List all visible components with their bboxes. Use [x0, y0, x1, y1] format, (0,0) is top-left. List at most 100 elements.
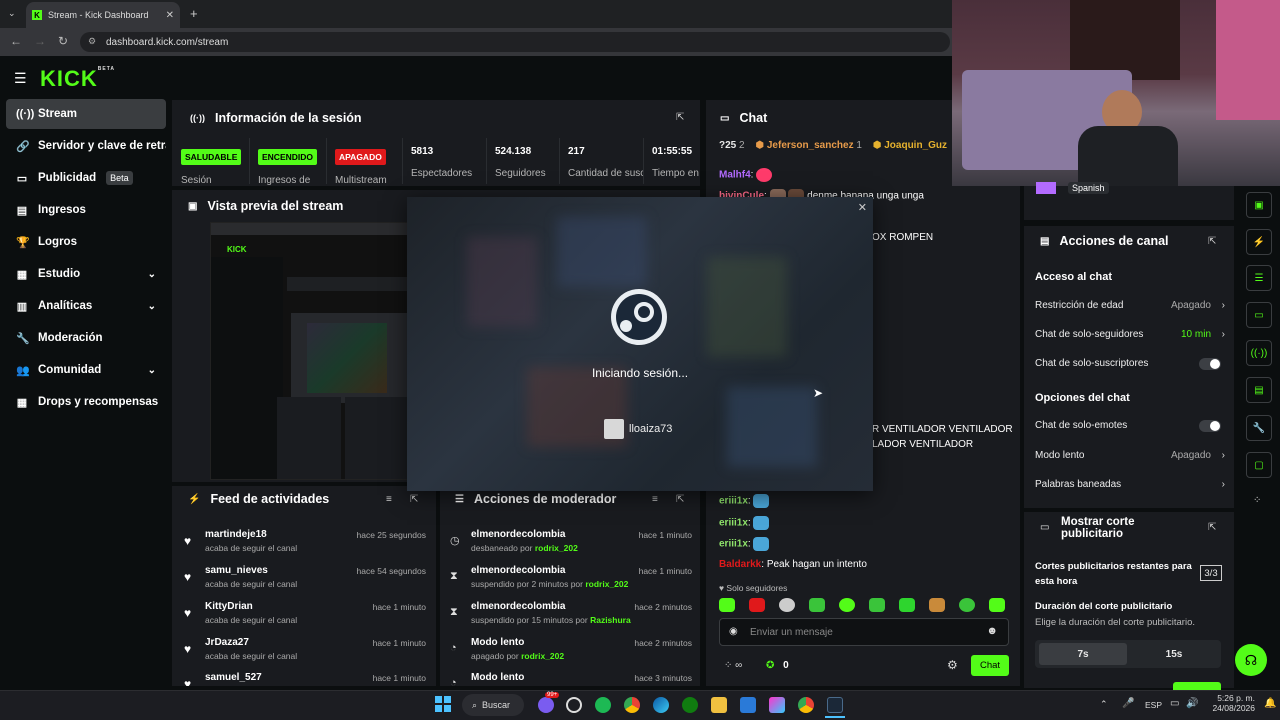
feed-user[interactable]: samu_nieves [205, 565, 268, 576]
feed-user[interactable]: samuel_527 [205, 672, 262, 683]
chat-input[interactable]: ◉ Enviar un mensaje ☻ [719, 618, 1009, 646]
more-icon[interactable]: ⁘ [1253, 495, 1261, 506]
emote-icon[interactable] [989, 598, 1005, 612]
close-tab-icon[interactable]: ✕ [166, 10, 174, 21]
xbox-icon[interactable] [682, 697, 698, 713]
slow-mode-row[interactable]: Modo lento Apagado › [1035, 450, 1225, 461]
chrome-icon[interactable] [798, 697, 814, 713]
mod-by[interactable]: rodrix_202 [535, 543, 578, 553]
sidebar-item-server-key[interactable]: 🔗 Servidor y clave de retransmisión [6, 131, 166, 161]
sidebar-item-ingresos[interactable]: ▤ Ingresos [6, 195, 166, 225]
channel-settings-icon[interactable]: ▤ [1246, 377, 1272, 403]
mod-target[interactable]: elmenordecolombia [471, 529, 565, 540]
emoji-icon[interactable]: ☻ [986, 625, 998, 637]
chat-user[interactable]: Baldarkk [719, 559, 761, 570]
sidebar-item-analiticas[interactable]: ▥ Analíticas ⌄ [6, 291, 166, 321]
emote-icon[interactable] [749, 598, 765, 612]
edge-icon[interactable] [653, 697, 669, 713]
show-ad-button[interactable] [1173, 682, 1221, 690]
new-tab-icon[interactable]: + [190, 6, 198, 21]
mod-by[interactable]: rodrix_202 [521, 651, 564, 661]
reload-icon[interactable]: ↻ [58, 34, 68, 48]
sidebar-item-publicidad[interactable]: ▭ Publicidad Beta [6, 163, 166, 193]
browser-tab[interactable]: K Stream - Kick Dashboard ✕ [26, 2, 180, 28]
ad-duration-15s[interactable]: 15s [1130, 643, 1218, 665]
mod-target[interactable]: elmenordecolombia [471, 601, 565, 612]
close-dialog-icon[interactable]: ✕ [858, 201, 867, 214]
chrome-icon[interactable] [624, 697, 640, 713]
mod-by[interactable]: Razishura [590, 615, 631, 625]
tray-overflow-icon[interactable]: ⌃ [1100, 699, 1108, 710]
broadcast-icon[interactable]: ((·)) [1246, 340, 1272, 366]
points-display[interactable]: ✪ 0 [766, 660, 789, 671]
lightning-icon[interactable]: ⚡ [1246, 229, 1272, 255]
sidebar-item-logros[interactable]: 🏆 Logros [6, 227, 166, 257]
banned-words-row[interactable]: Palabras baneadas › [1035, 479, 1225, 490]
mod-target[interactable]: elmenordecolombia [471, 565, 565, 576]
back-icon[interactable]: ← [10, 34, 22, 48]
language-indicator[interactable]: ESP [1145, 700, 1162, 710]
steam-taskbar-icon[interactable] [827, 697, 843, 713]
emote-icon[interactable] [839, 598, 855, 612]
emote-icon[interactable] [899, 598, 915, 612]
feed-user[interactable]: martindeje18 [205, 529, 267, 540]
chat-send-button[interactable]: Chat [971, 655, 1009, 676]
popout-icon[interactable]: ⇱ [676, 112, 684, 123]
ad-duration-7s[interactable]: 7s [1039, 643, 1127, 665]
chat-user[interactable]: eriii1x [719, 539, 748, 550]
tab-list-icon[interactable]: ⌄ [8, 8, 16, 19]
microphone-icon[interactable]: 🎤 [1122, 698, 1134, 709]
network-icon[interactable]: ▭ [1170, 698, 1179, 709]
emote-icon[interactable] [959, 598, 975, 612]
stream-preview-video[interactable]: KICK [210, 222, 410, 480]
wrench-icon[interactable]: 🔧 [1246, 415, 1272, 441]
mod-by[interactable]: rodrix_202 [585, 579, 628, 589]
sidebar-item-comunidad[interactable]: 👥 Comunidad ⌄ [6, 355, 166, 385]
gifter-name[interactable]: Joaquin_Guz [884, 140, 947, 151]
followers-only-row[interactable]: Chat de solo-seguidores 10 min › [1035, 329, 1225, 340]
gifter-name[interactable]: Jeferson_sanchez [767, 140, 854, 151]
menu-icon[interactable]: ☰ [14, 70, 27, 87]
clock[interactable]: 5:26 p. m. 24/08/2026 [1205, 693, 1255, 713]
sidebar-item-stream[interactable]: ((·)) Stream [6, 99, 166, 129]
chat-icon[interactable]: ▭ [1246, 302, 1272, 328]
sidebar-item-drops[interactable]: ▦ Drops y recompensas [6, 387, 166, 417]
app-icon[interactable] [566, 697, 582, 713]
windows-start-icon[interactable] [435, 696, 451, 712]
discord-icon[interactable] [538, 697, 554, 713]
photos-icon[interactable] [740, 697, 756, 713]
popout-icon[interactable]: ⇱ [410, 494, 418, 505]
filter-icon[interactable]: ≡ [652, 494, 658, 505]
chat-user[interactable]: eriii1x [719, 496, 748, 507]
feed-user[interactable]: JrDaza27 [205, 637, 249, 648]
kick-logo[interactable]: KICKBETA [40, 66, 115, 92]
age-restriction-row[interactable]: Restricción de edad Apagado › [1035, 300, 1225, 311]
list-icon[interactable]: ☰ [1246, 265, 1272, 291]
filter-icon[interactable]: ≡ [386, 494, 392, 505]
emote-icon[interactable] [719, 598, 735, 612]
folder-icon[interactable] [711, 697, 727, 713]
url-input[interactable]: dashboard.kick.com/stream [80, 32, 950, 52]
emote-icon[interactable] [929, 598, 945, 612]
feed-user[interactable]: KittyDrian [205, 601, 253, 612]
chat-user[interactable]: Malhf4 [719, 170, 751, 181]
taskbar-search[interactable]: ⌕ Buscar [462, 694, 524, 716]
support-headset-icon[interactable]: ☊ [1235, 644, 1267, 676]
notifications-icon[interactable]: 🔔 [1264, 698, 1276, 709]
popout-icon[interactable]: ⇱ [1208, 522, 1216, 533]
window-icon[interactable]: ▢ [1246, 452, 1272, 478]
steam-account-name[interactable]: lloaiza73 [629, 423, 672, 435]
popout-icon[interactable]: ⇱ [1208, 236, 1216, 247]
emote-icon[interactable] [809, 598, 825, 612]
site-info-icon[interactable]: ⚙ [88, 36, 96, 47]
emotes-only-toggle[interactable] [1199, 420, 1221, 432]
sidebar-item-moderacion[interactable]: 🔧 Moderación [6, 323, 166, 353]
sidebar-item-estudio[interactable]: ▦ Estudio ⌄ [6, 259, 166, 289]
copilot-icon[interactable] [769, 697, 785, 713]
subscribers-only-toggle[interactable] [1199, 358, 1221, 370]
volume-icon[interactable]: 🔊 [1186, 698, 1198, 709]
chat-settings-icon[interactable]: ⚙ [947, 658, 958, 672]
forward-icon[interactable]: → [34, 34, 46, 48]
infinity-icon[interactable]: ⁘ ∞ [724, 660, 742, 671]
chat-user[interactable]: eriii1x [719, 518, 748, 529]
